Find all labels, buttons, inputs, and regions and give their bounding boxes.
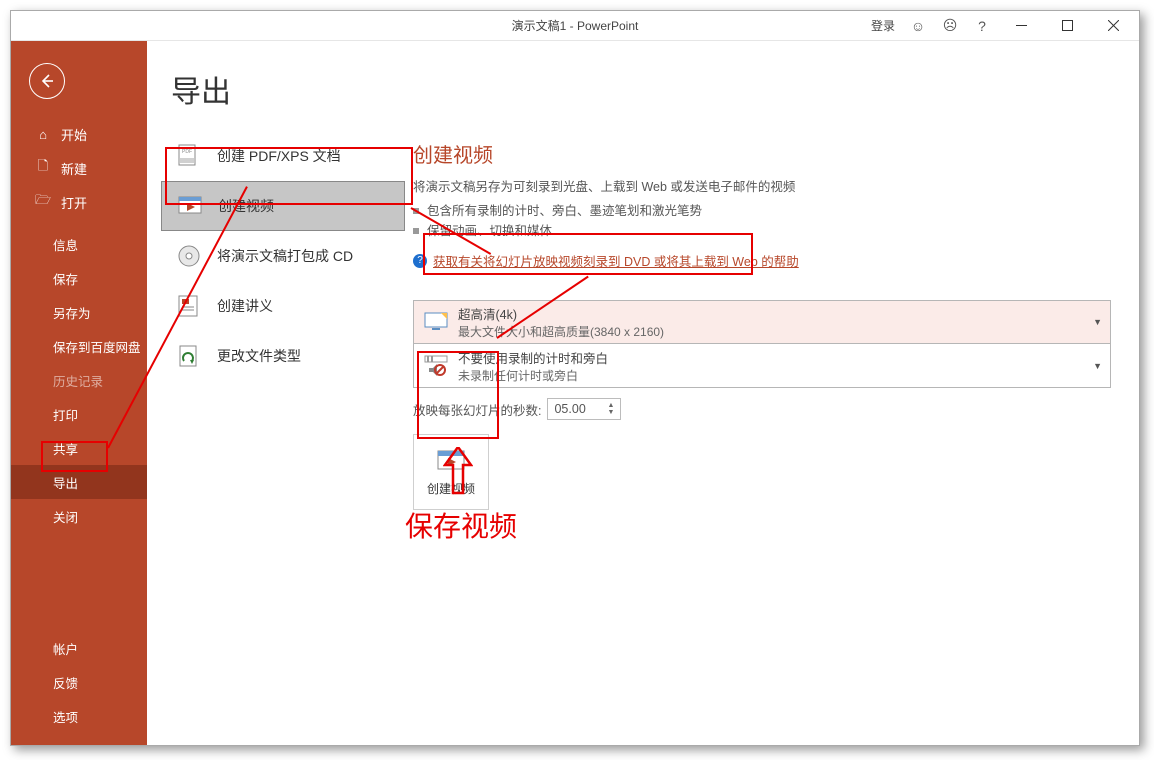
pdf-icon: PDF	[175, 142, 203, 170]
sidebar-item-baidu[interactable]: 保存到百度网盘	[11, 329, 147, 363]
login-link[interactable]: 登录	[867, 17, 899, 34]
quality-sub: 最大文件大小和超高质量(3840 x 2160)	[458, 323, 664, 340]
detail-desc: 将演示文稿另存为可刻录到光盘、上载到 Web 或发送电子邮件的视频	[413, 176, 1111, 195]
filetype-icon	[175, 342, 203, 370]
export-item-label: 更改文件类型	[217, 346, 301, 366]
page-title: 导出	[161, 67, 405, 111]
export-item-handout[interactable]: 创建讲义	[161, 281, 405, 331]
chevron-down-icon: ▼	[1093, 361, 1102, 371]
export-item-cd[interactable]: 将演示文稿打包成 CD	[161, 231, 405, 281]
sidebar-item-label: 另存为	[53, 303, 91, 322]
timing-sub: 未录制任何计时或旁白	[458, 367, 608, 384]
sidebar-item-label: 保存	[53, 269, 78, 288]
no-audio-icon	[422, 352, 450, 380]
export-item-filetype[interactable]: 更改文件类型	[161, 331, 405, 381]
export-item-label: 创建讲义	[217, 296, 273, 316]
minimize-button[interactable]	[1001, 12, 1041, 40]
sidebar-item-label: 反馈	[53, 673, 78, 692]
svg-text:PDF: PDF	[182, 149, 192, 155]
sidebar-item-label: 选项	[53, 707, 78, 726]
sidebar-item-save[interactable]: 保存	[11, 261, 147, 295]
sidebar-item-label: 开始	[61, 125, 87, 144]
export-item-pdf[interactable]: PDF 创建 PDF/XPS 文档	[161, 131, 405, 181]
timing-title: 不要使用录制的计时和旁白	[458, 348, 608, 367]
sidebar-item-label: 导出	[53, 473, 78, 492]
monitor-icon	[422, 308, 450, 336]
sidebar-item-close[interactable]: 关闭	[11, 499, 147, 533]
open-icon: 🗁	[35, 191, 51, 213]
maximize-button[interactable]	[1047, 12, 1087, 40]
sidebar-item-label: 新建	[61, 159, 87, 178]
face-sad-icon[interactable]: ☹	[937, 13, 963, 39]
back-button[interactable]	[29, 63, 65, 99]
video-icon	[176, 192, 204, 220]
sidebar-item-label: 共享	[53, 439, 78, 458]
sidebar-item-label: 关闭	[53, 507, 78, 526]
new-icon: 🗋	[35, 157, 51, 179]
sidebar-item-label: 打印	[53, 405, 78, 424]
face-smile-icon[interactable]: ☺	[905, 13, 931, 39]
create-video-button[interactable]: 创建视频	[413, 434, 489, 510]
quality-title: 超高清(4k)	[458, 304, 664, 323]
help-link[interactable]: 获取有关将幻灯片放映视频刻录到 DVD 或将其上载到 Web 的帮助	[433, 251, 799, 270]
sidebar-item-feedback[interactable]: 反馈	[11, 665, 147, 699]
export-item-label: 创建视频	[218, 196, 274, 216]
chevron-down-icon: ▼	[1093, 317, 1102, 327]
timing-dropdown[interactable]: 不要使用录制的计时和旁白 未录制任何计时或旁白 ▼	[413, 344, 1111, 388]
sidebar-item-print[interactable]: 打印	[11, 397, 147, 431]
sidebar-item-account[interactable]: 帐户	[11, 631, 147, 665]
sidebar-item-info[interactable]: 信息	[11, 227, 147, 261]
help-icon[interactable]: ?	[969, 13, 995, 39]
detail-heading: 创建视频	[413, 139, 1111, 168]
home-icon: ⌂	[35, 127, 51, 142]
sidebar-item-saveas[interactable]: 另存为	[11, 295, 147, 329]
seconds-input[interactable]: 05.00 ▲▼	[547, 398, 621, 420]
info-icon: ?	[413, 254, 427, 268]
export-item-label: 将演示文稿打包成 CD	[217, 246, 353, 266]
sidebar-item-label: 信息	[53, 235, 78, 254]
sidebar-item-label: 打开	[61, 193, 87, 212]
sidebar-item-export[interactable]: 导出	[11, 465, 147, 499]
sidebar-item-label: 帐户	[53, 639, 78, 658]
quality-dropdown[interactable]: 超高清(4k) 最大文件大小和超高质量(3840 x 2160) ▼	[413, 300, 1111, 344]
sidebar-item-share[interactable]: 共享	[11, 431, 147, 465]
create-button-label: 创建视频	[427, 480, 475, 497]
sidebar-item-label: 历史记录	[53, 371, 103, 390]
detail-bullet: 包含所有录制的计时、旁白、墨迹笔划和激光笔势	[413, 201, 1111, 221]
detail-bullet: 保留动画、切换和媒体	[413, 221, 1111, 241]
export-item-label: 创建 PDF/XPS 文档	[217, 146, 341, 166]
sidebar-item-label: 保存到百度网盘	[53, 337, 141, 356]
sidebar-item-history: 历史记录	[11, 363, 147, 397]
export-item-video[interactable]: 创建视频	[161, 181, 405, 231]
spinner-buttons[interactable]: ▲▼	[608, 402, 615, 416]
seconds-label: 放映每张幻灯片的秒数:	[413, 400, 541, 419]
video-icon	[436, 448, 466, 474]
sidebar-item-options[interactable]: 选项	[11, 699, 147, 733]
window-title: 演示文稿1 - PowerPoint	[512, 17, 639, 34]
sidebar-item-new[interactable]: 🗋 新建	[11, 151, 147, 185]
sidebar-item-open[interactable]: 🗁 打开	[11, 185, 147, 219]
seconds-value: 05.00	[554, 402, 585, 416]
close-button[interactable]	[1093, 12, 1133, 40]
sidebar-item-home[interactable]: ⌂ 开始	[11, 117, 147, 151]
handout-icon	[175, 292, 203, 320]
annotation-text: 保存视频	[405, 505, 517, 545]
cd-icon	[175, 242, 203, 270]
